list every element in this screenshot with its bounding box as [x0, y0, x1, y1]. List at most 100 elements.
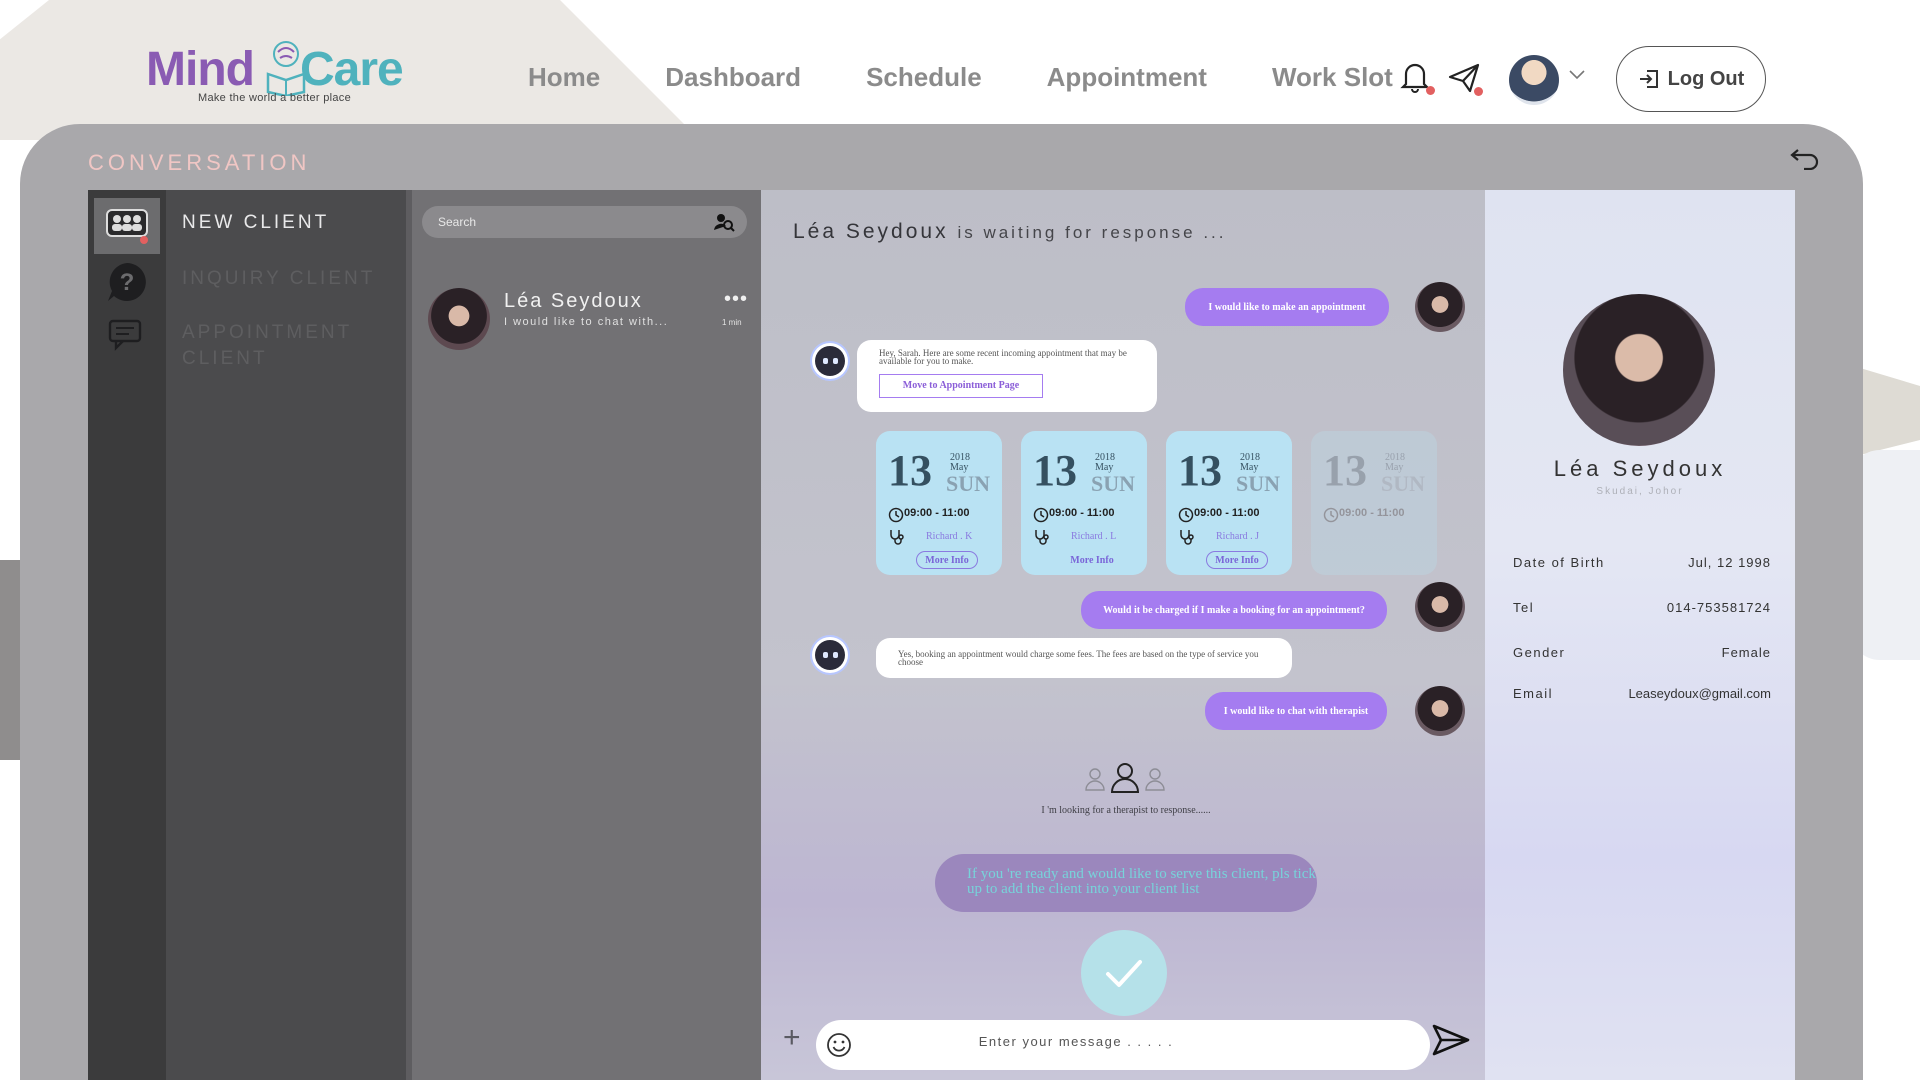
field-label: Email: [1513, 686, 1554, 701]
menu-icon-rail: ?: [88, 190, 166, 1080]
client-category-menu: NEW CLIENT INQUIRY CLIENT APPOINTMENT CL…: [166, 190, 406, 1080]
message-input[interactable]: [876, 1034, 1276, 1049]
slot-year: 2018: [1385, 452, 1405, 463]
profile-location: Skudai, Johor: [1596, 486, 1684, 497]
field-value: 014-753581724: [1666, 600, 1771, 615]
slot-time: 09:00 - 11:00: [1049, 507, 1115, 519]
message-badge: [1474, 87, 1483, 96]
field-value: Leaseydoux@gmail.com: [1628, 686, 1771, 701]
field-label: Tel: [1513, 600, 1535, 615]
notifications-button[interactable]: [1400, 60, 1435, 99]
slot-day: 13: [1033, 446, 1077, 495]
field-value: Female: [1721, 645, 1771, 660]
nav-home[interactable]: Home: [528, 62, 600, 93]
clock-icon: [1178, 507, 1194, 523]
profile-field-tel: Tel 014-753581724: [1513, 600, 1771, 615]
waiting-status-text: I 'm looking for a therapist to response…: [1041, 805, 1211, 816]
slot-time: 09:00 - 11:00: [1194, 507, 1260, 519]
slot-therapist: Richard . J: [1216, 531, 1260, 542]
slot-time: 09:00 - 11:00: [1339, 507, 1405, 519]
nav-appointment[interactable]: Appointment: [1047, 62, 1207, 93]
more-info-button[interactable]: More Info: [1206, 551, 1268, 569]
logo-mind-text: Mind: [146, 43, 255, 96]
stethoscope-icon: [890, 530, 904, 545]
add-attachment-button[interactable]: +: [783, 1023, 801, 1053]
client-list-item[interactable]: Léa Seydoux I would like to chat with...…: [412, 282, 767, 368]
menu-appointment-client[interactable]: APPOINTMENT CLIENT: [182, 320, 372, 372]
accept-client-note: If you 're ready and would like to serve…: [935, 854, 1317, 912]
chat-client-name: Léa Seydoux: [793, 220, 949, 243]
chat-header: Léa Seydoux is waiting for response ...: [793, 220, 1226, 244]
bot-avatar: [815, 640, 845, 670]
chevron-down-icon[interactable]: [1569, 70, 1585, 80]
rail-item-new-client[interactable]: [94, 198, 160, 254]
slot-weekday: SUN: [946, 471, 991, 496]
book-brain-icon: [266, 41, 306, 96]
send-icon[interactable]: [1431, 1022, 1471, 1058]
bot-message-bubble: Hey, Sarah. Here are some recent incomin…: [857, 340, 1157, 412]
logo-care-text: Care: [299, 43, 404, 96]
slot-therapist: Richard . K: [926, 531, 973, 542]
slot-year: 2018: [1240, 452, 1260, 463]
question-icon: ?: [108, 263, 146, 301]
client-profile-photo: [1563, 294, 1715, 446]
waiting-therapists-icon: [1085, 763, 1165, 793]
chat-icon: [108, 319, 142, 351]
slot-weekday: SUN: [1236, 471, 1281, 496]
chat-panel: Léa Seydoux is waiting for response ... …: [761, 190, 1485, 1080]
client-chat-avatar: [1415, 282, 1465, 332]
rail-item-appointment-client[interactable]: [94, 308, 160, 364]
messages-button[interactable]: [1448, 63, 1483, 98]
user-avatar[interactable]: [1509, 55, 1559, 105]
client-list-panel: Léa Seydoux I would like to chat with...…: [406, 190, 765, 1080]
group-icon: [106, 209, 148, 244]
client-message-bubble: I would like to make an appointment: [1185, 288, 1389, 326]
menu-new-client[interactable]: NEW CLIENT: [182, 210, 329, 236]
more-info-button[interactable]: More Info: [1061, 551, 1123, 569]
background-shape: [0, 560, 22, 760]
main-nav: Home Dashboard Schedule Appointment Work…: [528, 62, 1458, 93]
brand-logo[interactable]: Mind Care Make the world a better place: [146, 40, 416, 110]
appointment-slot-card[interactable]: 13 2018 May SUN 09:00 - 11:00 Richard . …: [1021, 431, 1147, 575]
client-message-time: 1 min: [722, 318, 742, 327]
slot-day: 13: [1323, 446, 1367, 495]
notification-badge: [1426, 86, 1435, 95]
chat-status: is waiting for response ...: [957, 223, 1227, 242]
appointment-slot-card[interactable]: 13 2018 May SUN 09:00 - 11:00 Richard . …: [1166, 431, 1292, 575]
menu-inquiry-client[interactable]: INQUIRY CLIENT: [182, 266, 375, 292]
field-label: Date of Birth: [1513, 555, 1605, 570]
search-bar: [422, 206, 747, 238]
search-user-icon[interactable]: [713, 212, 735, 232]
field-label: Gender: [1513, 645, 1566, 660]
message-composer: [816, 1020, 1430, 1070]
nav-work-slot[interactable]: Work Slot: [1272, 62, 1393, 93]
client-chat-avatar: [1415, 582, 1465, 632]
client-message-bubble: I would like to chat with therapist: [1205, 692, 1387, 730]
profile-field-dob: Date of Birth Jul, 12 1998: [1513, 555, 1771, 570]
stethoscope-icon: [1180, 530, 1194, 545]
accept-client-button[interactable]: [1081, 930, 1167, 1016]
stethoscope-icon: [1035, 530, 1049, 545]
search-input[interactable]: [438, 215, 698, 229]
logout-icon: [1639, 70, 1658, 88]
profile-field-gender: Gender Female: [1513, 645, 1771, 660]
appointment-slot-card[interactable]: 13 2018 May SUN 09:00 - 11:00 Richard . …: [876, 431, 1002, 575]
nav-dashboard[interactable]: Dashboard: [665, 62, 801, 93]
rail-item-inquiry-client[interactable]: ?: [94, 254, 160, 310]
more-options-icon[interactable]: •••: [724, 288, 748, 311]
move-to-appointment-button[interactable]: Move to Appointment Page: [879, 374, 1043, 398]
slot-weekday: SUN: [1091, 471, 1136, 496]
logout-label: Log Out: [1667, 67, 1745, 90]
nav-schedule[interactable]: Schedule: [866, 62, 982, 93]
logout-button[interactable]: Log Out: [1616, 46, 1766, 112]
client-avatar: [428, 288, 490, 350]
clock-icon: [1033, 507, 1049, 523]
undo-arrow-icon[interactable]: [1790, 146, 1820, 170]
slot-day: 13: [888, 446, 932, 495]
page-title: CONVERSATION: [88, 150, 311, 175]
emoji-icon[interactable]: [826, 1032, 852, 1058]
more-info-button[interactable]: More Info: [916, 551, 978, 569]
svg-text:?: ?: [120, 269, 135, 296]
slot-year: 2018: [950, 452, 970, 463]
clock-icon: [1323, 507, 1339, 523]
